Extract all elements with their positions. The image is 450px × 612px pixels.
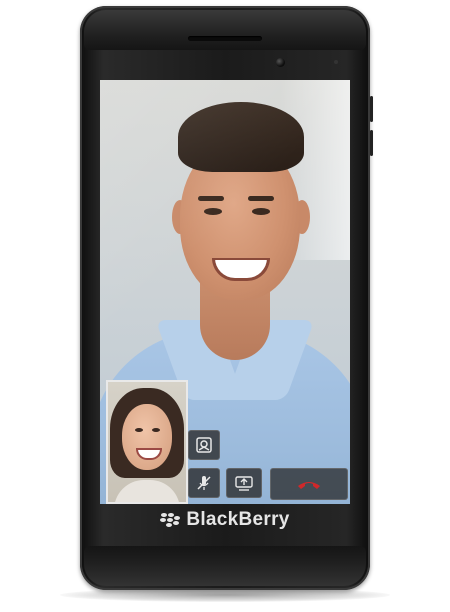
brand-logo: BlackBerry: [80, 509, 370, 531]
remote-caller-eye-right: [252, 208, 270, 215]
remote-caller-hair: [178, 102, 304, 172]
front-camera-icon: [276, 58, 285, 67]
phone-shadow: [60, 588, 390, 602]
blackberry-logo-icon: [160, 513, 181, 527]
switch-camera-icon: [196, 437, 212, 453]
phone-device: BlackBerry: [80, 6, 373, 590]
self-view-eye-right: [152, 428, 160, 432]
phone-bottom-bezel: [84, 546, 366, 586]
end-call-button[interactable]: [270, 468, 348, 500]
self-view-eye-left: [135, 428, 143, 432]
self-view-face: [122, 404, 172, 470]
video-call-screen: [100, 80, 350, 504]
switch-camera-button[interactable]: [188, 430, 220, 460]
earpiece-speaker: [188, 36, 262, 41]
mic-off-icon: [197, 476, 211, 490]
brand-name: BlackBerry: [186, 509, 290, 530]
self-view-top: [114, 480, 180, 502]
proximity-sensor: [334, 60, 338, 64]
share-screen-button[interactable]: [226, 468, 262, 498]
end-call-icon: [298, 482, 320, 489]
volume-up-button[interactable]: [370, 96, 373, 122]
phone-top-bezel: [84, 10, 366, 50]
remote-caller-brow-left: [198, 196, 224, 201]
remote-caller-eye-left: [204, 208, 222, 215]
remote-caller-brow-right: [248, 196, 274, 201]
self-view-preview[interactable]: [106, 380, 188, 504]
share-screen-icon: [235, 476, 253, 491]
volume-down-button[interactable]: [370, 130, 373, 156]
mute-button[interactable]: [188, 468, 220, 498]
